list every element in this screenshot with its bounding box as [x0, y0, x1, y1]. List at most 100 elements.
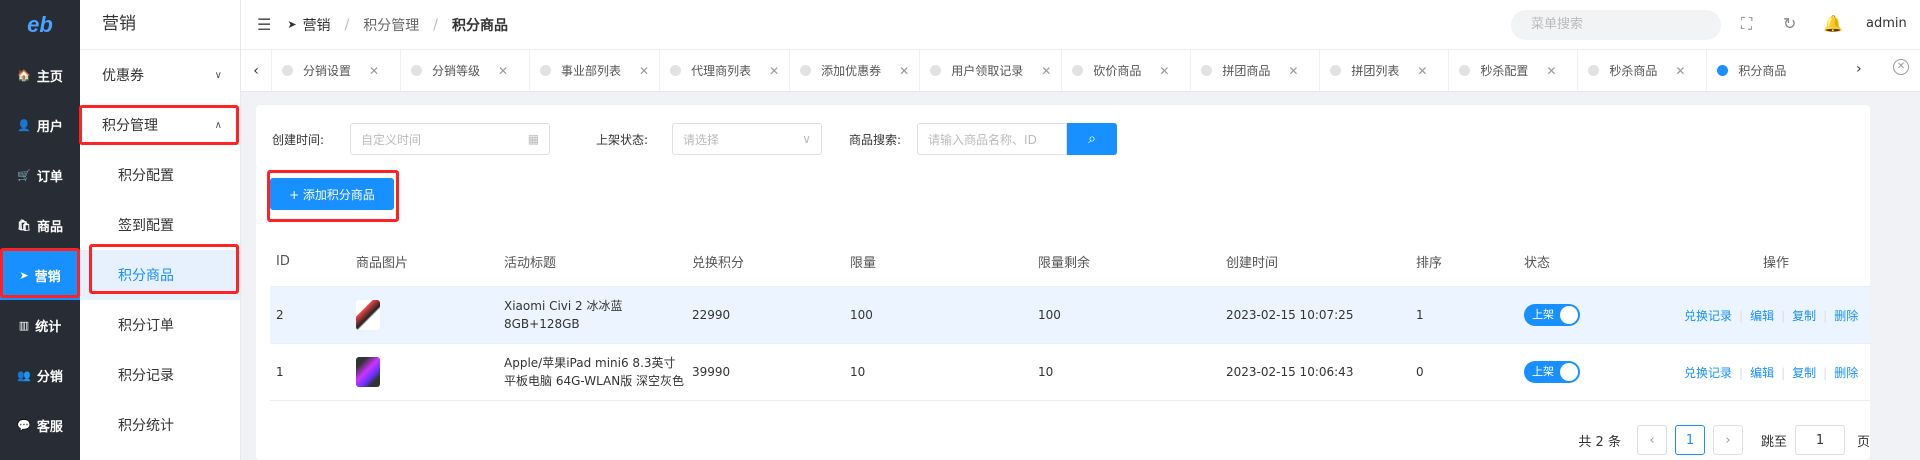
row-actions: 兑换记录 | 编辑 | 复制 | 删除 — [1684, 365, 1859, 380]
nav-order[interactable]: 🛒 订单 — [0, 150, 80, 200]
close-icon[interactable]: ✕ — [1417, 64, 1427, 78]
sub-menu: 营销 优惠券 ∨ 积分管理 ∧ 积分配置 签到配置 积分商品 积分订单 积分记录 积… — [80, 0, 241, 460]
nav-service[interactable]: 💬 客服 — [0, 400, 80, 450]
tab-item[interactable]: 代理商列表 ✕ — [659, 50, 789, 91]
fullscreen-icon[interactable]: ⛶ — [1741, 14, 1752, 34]
copy-link[interactable]: 复制 — [1792, 309, 1816, 323]
close-icon[interactable]: ✕ — [899, 64, 909, 78]
filter-status: 上架状态: 请选择 ∨ — [596, 123, 823, 155]
delete-link[interactable]: 删除 — [1834, 309, 1858, 323]
sub-item-coupon[interactable]: 优惠券 ∨ — [80, 50, 240, 100]
content-card: 创建时间: 自定义时间 ▦ 上架状态: 请选择 ∨ 商品搜索: 请输入商品名称、… — [256, 105, 1870, 460]
close-icon[interactable]: ✕ — [1675, 64, 1685, 78]
edit-link[interactable]: 编辑 — [1750, 309, 1774, 323]
close-icon[interactable]: ✕ — [1041, 64, 1051, 78]
tab-item[interactable]: 分销设置 ✕ — [271, 50, 400, 91]
user-icon: 👤 — [17, 118, 31, 132]
tab-item[interactable]: 分销等级 ✕ — [400, 50, 529, 91]
pagination: 共 2 条 ‹ 1 › 跳至 1 页 — [1578, 425, 1870, 455]
close-icon[interactable]: ✕ — [769, 64, 779, 78]
home-icon: 🏠 — [17, 68, 31, 82]
top-bar: ☰ ➤ 营销 / 积分管理 / 积分商品 菜单搜索 ⛶ ↻ 🔔 admin — [241, 0, 1920, 50]
close-icon[interactable]: ✕ — [369, 64, 379, 78]
sub-item-points[interactable]: 积分管理 ∧ — [80, 100, 240, 150]
search-icon: ⌕ — [1088, 131, 1096, 147]
close-all-tabs-icon[interactable]: ✕ — [1893, 59, 1909, 75]
sub-child-points-config[interactable]: 积分配置 — [80, 150, 240, 200]
sub-child-signin-config[interactable]: 签到配置 — [80, 200, 240, 250]
filter-created: 创建时间: 自定义时间 ▦ — [272, 123, 551, 155]
search-button[interactable]: ⌕ — [1067, 123, 1118, 155]
date-range-input[interactable]: 自定义时间 ▦ — [350, 123, 551, 155]
tab-item[interactable]: 秒杀商品 ✕ — [1577, 50, 1706, 91]
status-toggle[interactable]: 上架 — [1524, 361, 1580, 383]
prev-page-button[interactable]: ‹ — [1636, 425, 1667, 455]
nav-distribution[interactable]: 👥 分销 — [0, 350, 80, 400]
tab-item[interactable]: 拼团列表 ✕ — [1319, 50, 1448, 91]
close-icon[interactable]: ✕ — [639, 64, 649, 78]
edit-link[interactable]: 编辑 — [1750, 366, 1774, 380]
user-name[interactable]: admin — [1866, 16, 1907, 31]
nav-product[interactable]: 🛍 商品 — [0, 200, 80, 250]
nav-stats[interactable]: ▥ 统计 — [0, 300, 80, 350]
chevron-up-icon: ∧ — [214, 119, 222, 131]
app-logo: eb — [27, 12, 53, 37]
sub-child-points-products[interactable]: 积分商品 — [80, 250, 240, 300]
tab-item[interactable]: 砍价商品 ✕ — [1061, 50, 1190, 91]
send-icon: ➤ — [19, 268, 29, 282]
menu-search-input[interactable]: 菜单搜索 — [1511, 10, 1721, 40]
close-icon[interactable]: ✕ — [1288, 64, 1298, 78]
exchange-record-link[interactable]: 兑换记录 — [1684, 309, 1732, 323]
close-icon[interactable]: ✕ — [1159, 64, 1169, 78]
table-row: 2 Xiaomi Civi 2 冰冰蓝 8GB+128GB 22990 100 … — [270, 287, 1870, 344]
cart-icon: 🛒 — [17, 168, 31, 182]
chevron-down-icon: ∨ — [214, 69, 222, 81]
team-icon: 👥 — [17, 368, 31, 382]
main-nav-rail: eb 🏠 主页 👤 用户 🛒 订单 🛍 商品 ➤ 营销 ▥ 统计 👥 分销 💬 客服 — [0, 0, 80, 460]
page-number[interactable]: 1 — [1674, 425, 1705, 455]
tab-item-active[interactable]: 积分商品 — [1706, 50, 1796, 91]
sub-child-points-stats[interactable]: 积分统计 — [80, 400, 240, 450]
close-icon[interactable]: ✕ — [1546, 64, 1556, 78]
tab-item[interactable]: 拼团商品 ✕ — [1190, 50, 1319, 91]
tabs-bar: ‹ 分销设置 ✕ 分销等级 ✕ 事业部列表 ✕ 代理商列表 ✕ 添加优惠券 ✕ 用户领取记… — [241, 50, 1920, 92]
tab-item[interactable]: 事业部列表 ✕ — [529, 50, 659, 91]
status-select[interactable]: 请选择 ∨ — [672, 123, 823, 155]
row-actions: 兑换记录 | 编辑 | 复制 | 删除 — [1684, 308, 1859, 323]
nav-home[interactable]: 🏠 主页 — [0, 50, 80, 100]
chevron-left-icon[interactable]: ‹ — [241, 63, 271, 79]
send-icon: ➤ — [287, 18, 297, 31]
nav-marketing[interactable]: ➤ 营销 — [0, 250, 80, 300]
breadcrumb: ➤ 营销 / 积分管理 / 积分商品 — [287, 16, 508, 34]
close-icon[interactable]: ✕ — [498, 64, 508, 78]
sub-child-points-records[interactable]: 积分记录 — [80, 350, 240, 400]
add-points-product-button[interactable]: + 添加积分商品 — [270, 178, 394, 210]
sub-child-points-orders[interactable]: 积分订单 — [80, 300, 240, 350]
chat-icon: 💬 — [17, 418, 31, 432]
tab-item[interactable]: 添加优惠券 ✕ — [789, 50, 919, 91]
product-thumbnail — [356, 300, 380, 330]
nav-user[interactable]: 👤 用户 — [0, 100, 80, 150]
sub-menu-title: 营销 — [80, 0, 240, 50]
next-page-button[interactable]: › — [1712, 425, 1743, 455]
copy-link[interactable]: 复制 — [1792, 366, 1816, 380]
bag-icon: 🛍 — [17, 218, 31, 232]
status-toggle[interactable]: 上架 — [1524, 304, 1580, 326]
tab-item[interactable]: 秒杀配置 ✕ — [1448, 50, 1577, 91]
product-thumbnail — [356, 357, 380, 387]
product-search-input[interactable]: 请输入商品名称、ID — [917, 123, 1068, 155]
menu-fold-icon[interactable]: ☰ — [257, 15, 271, 34]
chart-icon: ▥ — [18, 318, 30, 332]
delete-link[interactable]: 删除 — [1834, 366, 1858, 380]
table-header: ID 商品图片 活动标题 兑换积分 限量 限量剩余 创建时间 排序 状态 操作 — [270, 237, 1870, 287]
filter-search: 商品搜索: 请输入商品名称、ID ⌕ — [849, 123, 1118, 155]
products-table: ID 商品图片 活动标题 兑换积分 限量 限量剩余 创建时间 排序 状态 操作 … — [270, 237, 1870, 401]
bell-icon[interactable]: 🔔 — [1823, 14, 1843, 33]
table-row: 1 Apple/苹果iPad mini6 8.3英寸平板电脑 64G-WLAN版… — [270, 344, 1870, 401]
chevron-right-icon[interactable]: › — [1856, 61, 1862, 77]
refresh-icon[interactable]: ↻ — [1783, 14, 1796, 33]
jump-page-input[interactable]: 1 — [1794, 425, 1845, 455]
exchange-record-link[interactable]: 兑换记录 — [1684, 366, 1732, 380]
tab-item[interactable]: 用户领取记录 ✕ — [919, 50, 1061, 91]
calendar-icon: ▦ — [527, 132, 540, 146]
